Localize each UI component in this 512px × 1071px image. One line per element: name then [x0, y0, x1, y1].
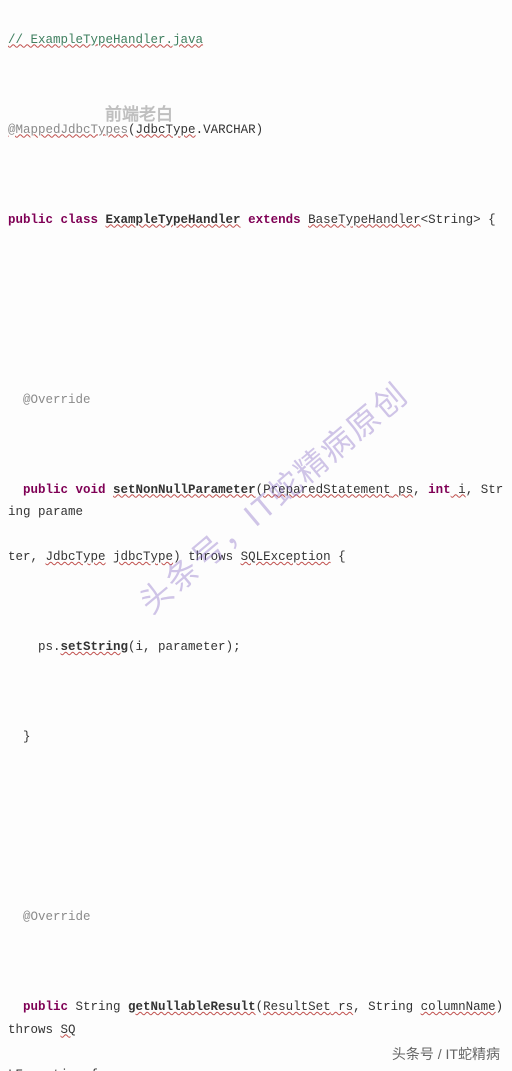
code-line: @Override	[8, 389, 504, 412]
footer-attribution: 头条号 / IT蛇精病	[392, 1042, 500, 1067]
code-line: ter, JdbcType jdbcType) throws SQLExcept…	[8, 546, 504, 569]
code-line: }	[8, 726, 504, 749]
code-line: ps.setString(i, parameter);	[8, 636, 504, 659]
code-line: public class ExampleTypeHandler extends …	[8, 209, 504, 232]
code-block: // ExampleTypeHandler.java @MappedJdbcTy…	[0, 0, 512, 1071]
code-line: @Override	[8, 906, 504, 929]
code-line: public String getNullableResult(ResultSe…	[8, 996, 504, 1041]
code-line: // ExampleTypeHandler.java	[8, 29, 504, 52]
code-line: public void setNonNullParameter(Prepared…	[8, 479, 504, 524]
code-line: @MappedJdbcTypes(JdbcType.VARCHAR)	[8, 119, 504, 142]
